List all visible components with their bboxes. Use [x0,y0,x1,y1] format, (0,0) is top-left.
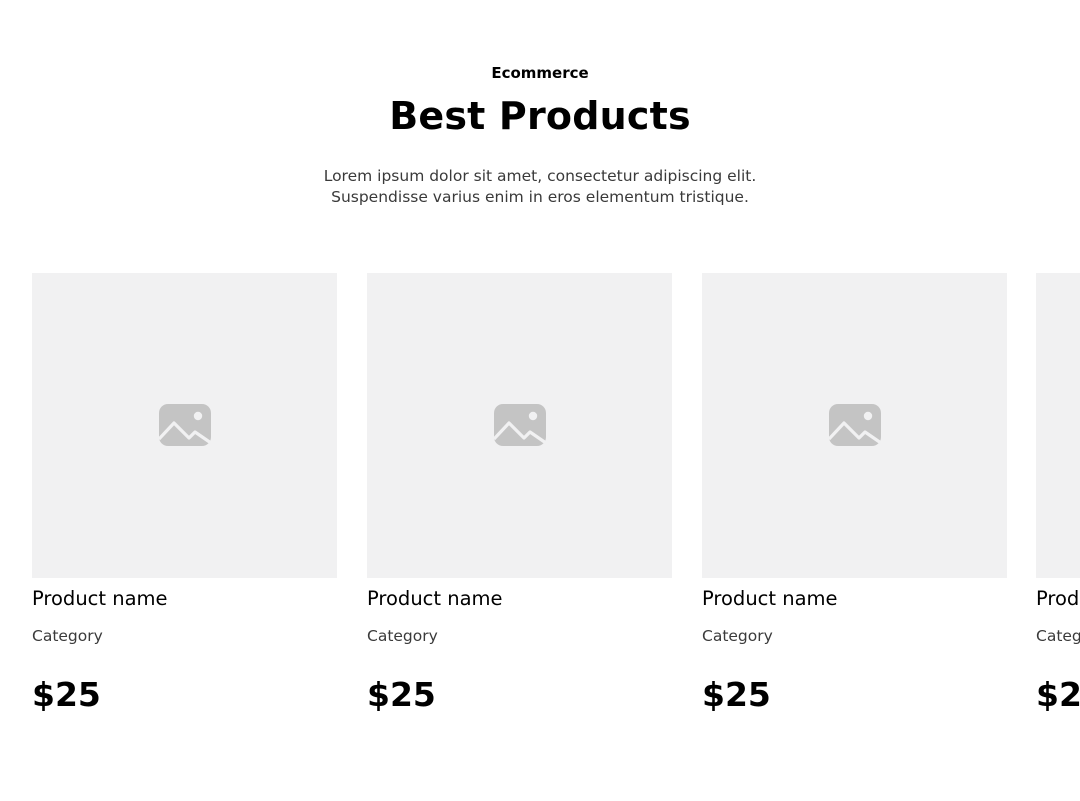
product-name[interactable]: Product name [1036,587,1080,611]
product-price: $25 [32,675,101,714]
image-placeholder-icon [158,404,212,446]
product-image[interactable] [702,273,1007,578]
image-placeholder-icon [828,404,882,446]
product-image[interactable] [32,273,337,578]
product-price: $25 [367,675,436,714]
product-category: Category [1036,627,1080,645]
product-price: $25 [1036,675,1080,714]
product-category: Category [32,627,103,645]
subtitle-line-2: Suspendisse varius enim in eros elementu… [331,188,749,206]
section-subtitle: Lorem ipsum dolor sit amet, consectetur … [290,166,790,208]
product-image[interactable] [1036,273,1080,578]
product-price: $25 [702,675,771,714]
subtitle-line-1: Lorem ipsum dolor sit amet, consectetur … [323,167,757,185]
product-name[interactable]: Product name [702,587,838,611]
section-title: Best Products [389,94,691,138]
product-category: Category [367,627,438,645]
product-name[interactable]: Product name [367,587,503,611]
section-eyebrow: Ecommerce [491,64,589,82]
product-carousel: Product name Category $25 Product name C… [32,273,1080,753]
product-image[interactable] [367,273,672,578]
image-placeholder-icon [493,404,547,446]
product-category: Category [702,627,773,645]
product-name[interactable]: Product name [32,587,168,611]
